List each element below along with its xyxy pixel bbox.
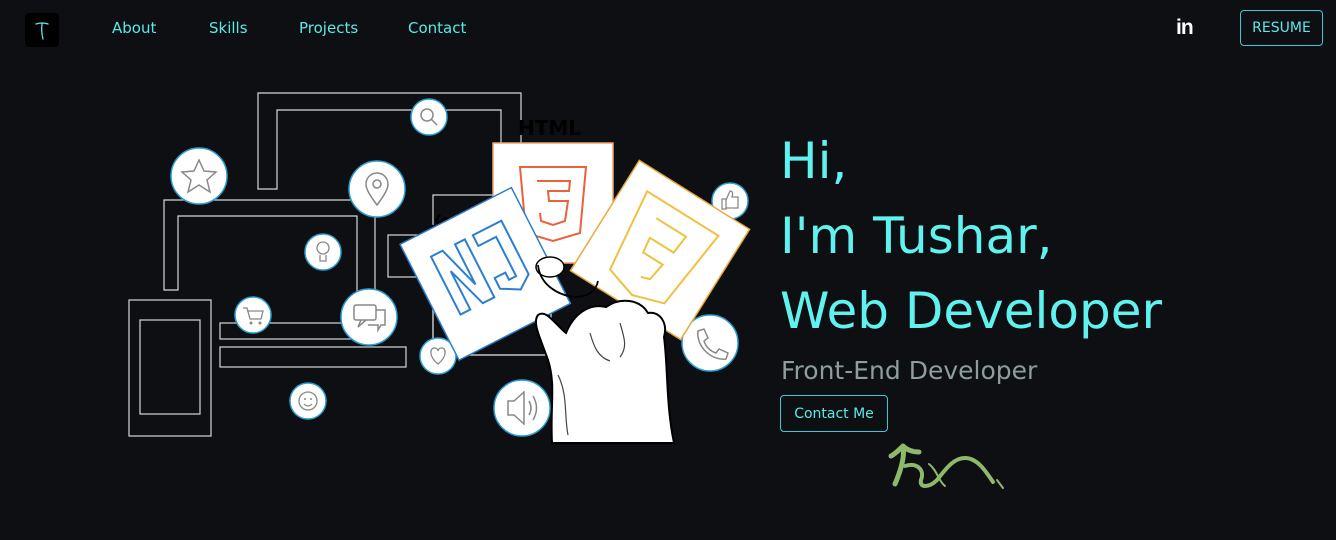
chat-icon: [340, 288, 398, 346]
nav-link-projects[interactable]: Projects: [299, 19, 358, 37]
html-label: HTML: [518, 116, 581, 140]
cart-icon: [234, 296, 272, 334]
lightbulb-icon: [304, 233, 342, 271]
hero-greeting: Hi,: [780, 132, 848, 190]
hero-title: Web Developer: [780, 282, 1163, 340]
speaker-icon: [493, 379, 551, 437]
hero-illustration: HTML JS CSS: [128, 92, 751, 444]
hero-name: I'm Tushar,: [780, 207, 1053, 265]
nav-link-contact[interactable]: Contact: [408, 19, 466, 37]
brush-arrow-icon: [888, 443, 1004, 489]
smiley-icon: [289, 382, 327, 420]
logo[interactable]: [25, 13, 59, 47]
navbar: About Skills Projects Contact in RESUME: [0, 0, 1336, 58]
location-pin-icon: [348, 160, 406, 218]
nav-link-skills[interactable]: Skills: [209, 19, 248, 37]
nav-link-about[interactable]: About: [112, 19, 156, 37]
contact-me-button[interactable]: Contact Me: [780, 395, 888, 432]
resume-button[interactable]: RESUME: [1240, 10, 1323, 46]
star-icon: [170, 147, 228, 205]
hero-subtitle: Front-End Developer: [781, 356, 1038, 385]
linkedin-icon[interactable]: in: [1176, 16, 1194, 40]
logo-t-icon: [35, 22, 49, 40]
search-icon: [410, 98, 448, 136]
